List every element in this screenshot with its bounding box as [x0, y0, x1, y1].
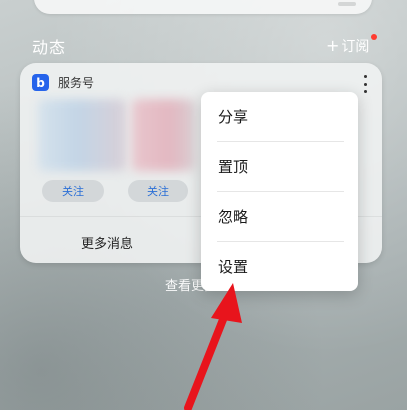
card-title: 服务号	[58, 76, 95, 90]
service-account-app-icon: b	[32, 74, 49, 91]
previous-card[interactable]	[34, 0, 372, 14]
menu-item-settings[interactable]: 设置	[201, 242, 358, 291]
context-menu: 分享 置顶 忽略 设置	[201, 92, 358, 291]
previous-card-edge	[338, 2, 356, 6]
menu-item-pin-top[interactable]: 置顶	[201, 142, 358, 191]
menu-item-ignore[interactable]: 忽略	[201, 192, 358, 241]
subscribe-label: 订阅	[341, 39, 370, 55]
section-title: 动态	[32, 38, 67, 57]
follow-button[interactable]: 关注	[42, 180, 104, 202]
more-messages-link[interactable]: 更多消息	[81, 233, 133, 252]
subscribe-button[interactable]: + 订阅	[326, 36, 369, 56]
menu-item-share[interactable]: 分享	[201, 92, 358, 141]
more-options-icon[interactable]	[362, 75, 368, 93]
plus-icon: +	[326, 36, 340, 55]
account-thumbnail[interactable]	[132, 99, 194, 171]
account-thumbnail[interactable]	[38, 99, 126, 171]
follow-button[interactable]: 关注	[128, 180, 188, 202]
notification-dot	[371, 34, 377, 40]
card-header: b 服务号	[32, 74, 94, 91]
